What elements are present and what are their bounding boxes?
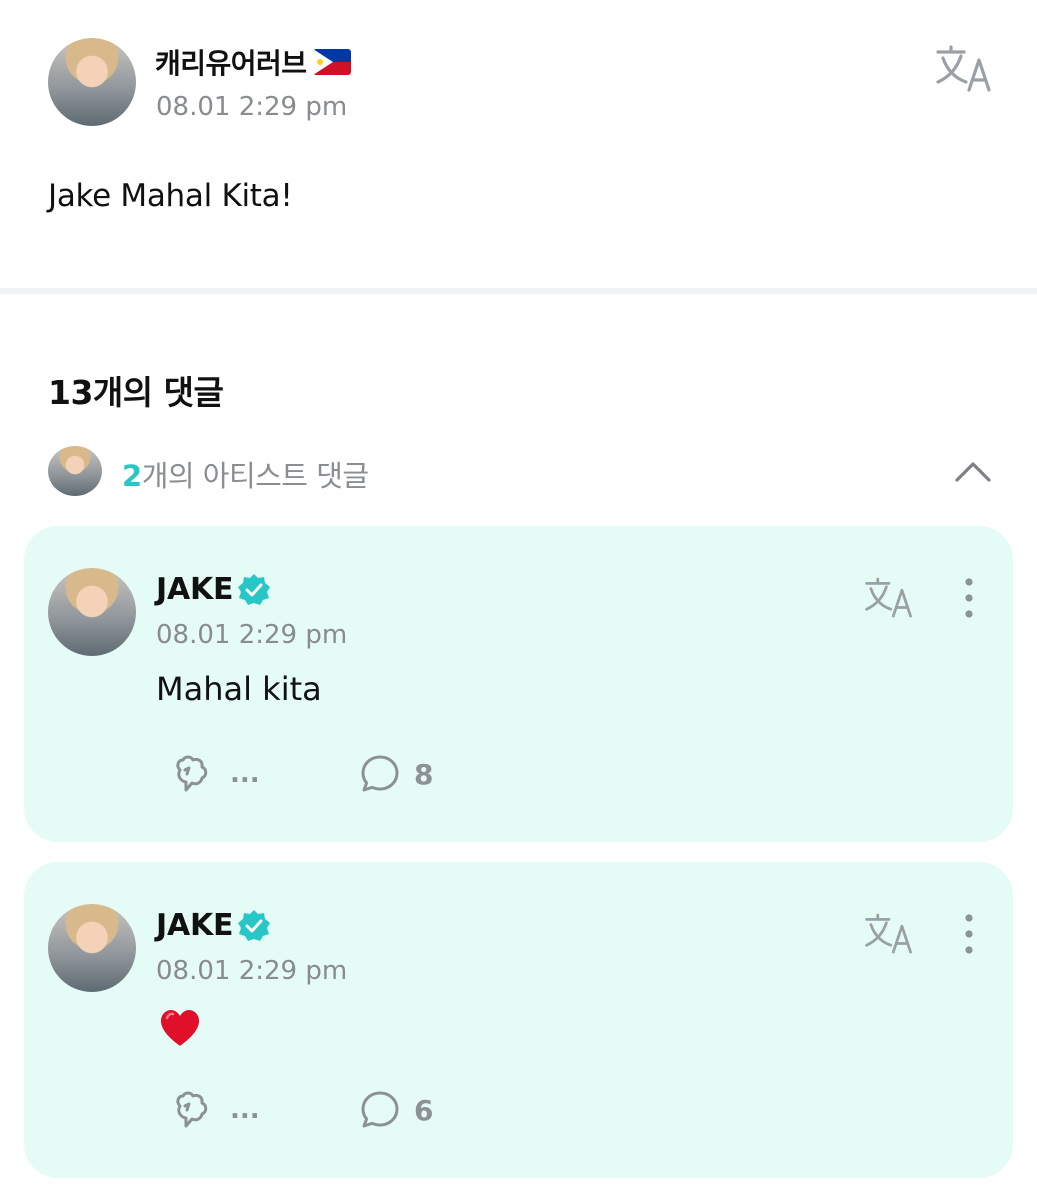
post-body: Jake Mahal Kita!	[48, 178, 293, 214]
comment-actions: ... 8	[172, 752, 433, 796]
reply-count: 8	[414, 757, 434, 791]
comment-timestamp: 08.01 2:29 pm	[156, 620, 348, 650]
reaction-count: ...	[230, 759, 260, 789]
reaction-icon[interactable]	[172, 752, 216, 796]
artist-comment-card[interactable]: JAKE 08.01 2:29 pm Mahal kita ... 8	[24, 526, 1013, 842]
comment-bubble-icon[interactable]	[360, 754, 400, 794]
post-header: 캐리유어러브 08.01 2:29 pm	[48, 38, 993, 128]
author-avatar[interactable]	[48, 38, 136, 126]
red-heart-icon	[160, 1010, 200, 1046]
post-detail-page: 캐리유어러브 08.01 2:29 pm Jake Mahal Kita! 13…	[0, 0, 1037, 1200]
commenter-name-row[interactable]: JAKE	[156, 908, 271, 943]
commenter-name[interactable]: JAKE	[156, 908, 234, 943]
more-options-icon[interactable]	[954, 912, 984, 956]
verified-badge-icon	[238, 909, 271, 941]
commenter-name-row[interactable]: JAKE	[156, 572, 271, 607]
translate-icon[interactable]	[864, 912, 914, 956]
comment-actions: ... 6	[172, 1088, 433, 1132]
philippines-flag-icon	[312, 49, 351, 75]
commenter-avatar[interactable]	[48, 904, 136, 992]
comment-bubble-icon[interactable]	[360, 1090, 400, 1130]
artist-comments-count: 2	[122, 459, 142, 493]
post-author-name[interactable]: 캐리유어러브	[155, 42, 307, 82]
artist-comments-toggle[interactable]: 2개의 아티스트 댓글	[48, 444, 993, 498]
verified-badge-icon	[238, 573, 271, 605]
commenter-avatar[interactable]	[48, 568, 136, 656]
post-timestamp: 08.01 2:29 pm	[156, 92, 348, 122]
artist-comments-label: 2개의 아티스트 댓글	[122, 453, 369, 495]
comments-count-heading: 13개의 댓글	[48, 373, 224, 412]
artist-comments-text: 개의 아티스트 댓글	[141, 459, 369, 493]
post-author[interactable]: 캐리유어러브	[155, 42, 351, 82]
comment-timestamp: 08.01 2:29 pm	[156, 956, 348, 986]
chevron-up-icon[interactable]	[953, 452, 993, 492]
translate-icon[interactable]	[935, 44, 993, 94]
reply-count: 6	[414, 1093, 434, 1127]
artist-comment-card[interactable]: JAKE 08.01 2:29 pm ... 6	[24, 862, 1013, 1178]
comment-body: Mahal kita	[156, 670, 322, 708]
reaction-icon[interactable]	[172, 1088, 216, 1132]
commenter-name[interactable]: JAKE	[156, 572, 234, 607]
section-divider	[0, 288, 1037, 294]
translate-icon[interactable]	[864, 576, 914, 620]
more-options-icon[interactable]	[954, 576, 984, 620]
reaction-count: ...	[230, 1095, 260, 1125]
artist-avatar	[48, 446, 102, 496]
